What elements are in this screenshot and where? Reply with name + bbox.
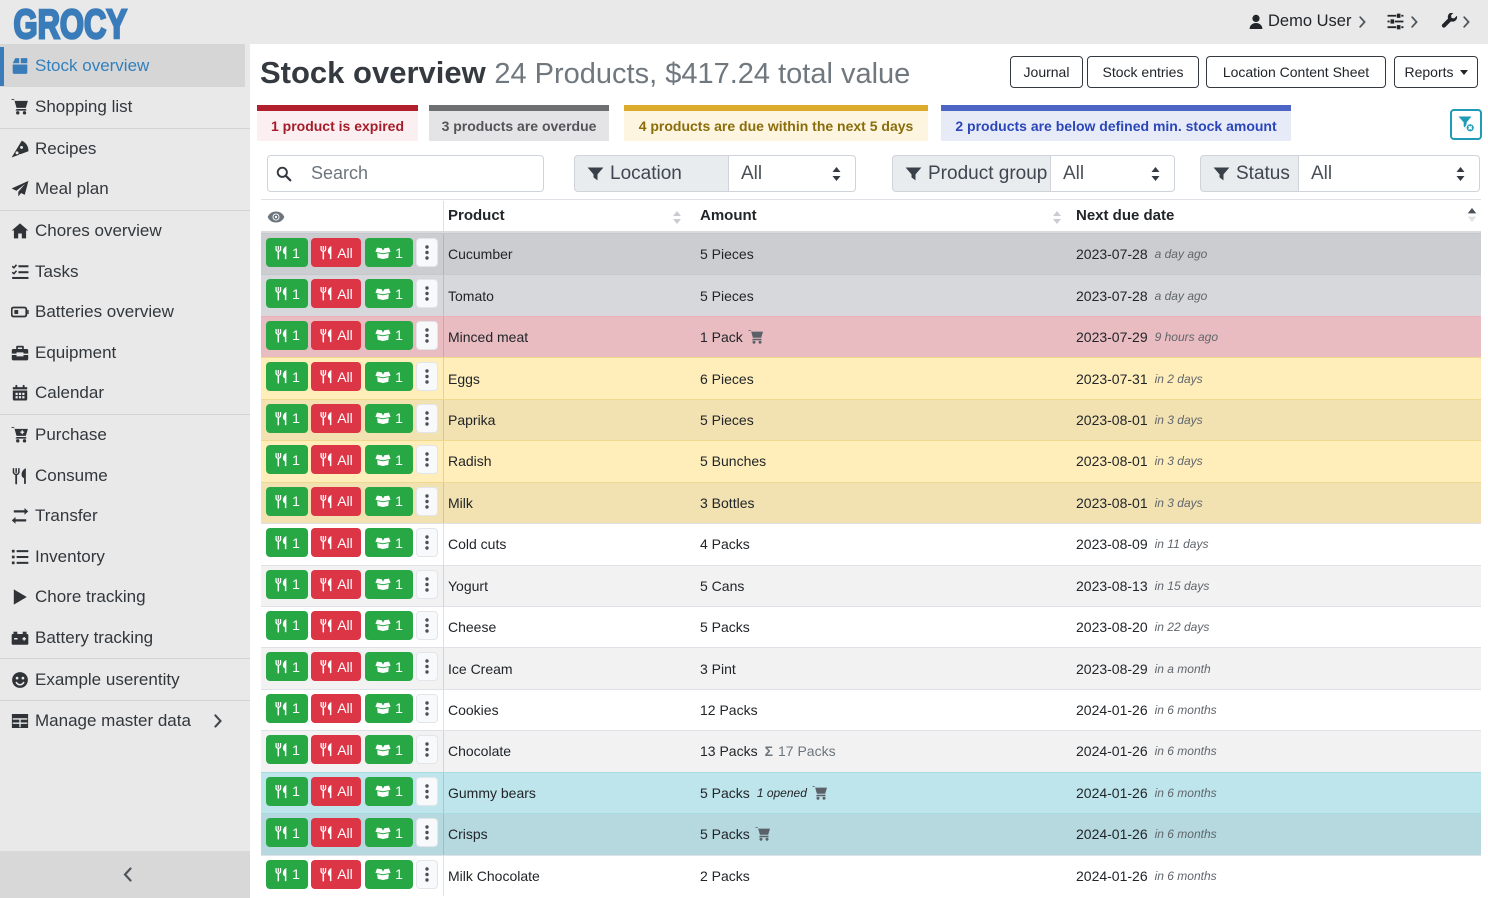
svg-text:GROCY: GROCY [14, 7, 127, 47]
